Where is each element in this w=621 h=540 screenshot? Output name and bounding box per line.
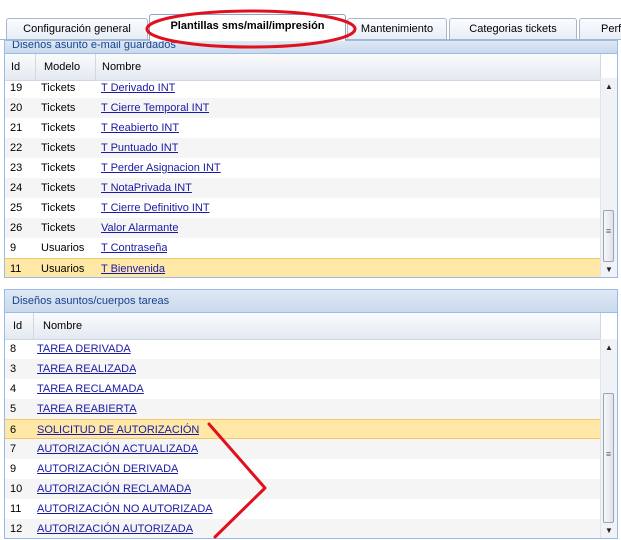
template-link[interactable]: T Reabierto INT [96,118,179,138]
scroll-up-icon[interactable]: ▲ [601,80,617,94]
table-row[interactable]: 20 Tickets T Cierre Temporal INT [5,98,601,118]
tasks-grid-body: 8 TAREA DERIVADA 3 TAREA REALIZADA 4 TAREA … [5,339,601,538]
cell-id: 11 [10,503,22,515]
table-row[interactable]: 26 Tickets Valor Alarmante [5,218,601,238]
template-link[interactable]: Valor Alarmante [96,218,178,238]
task-designs-panel: Diseños asuntos/cuerpos tareas Id Nombre… [4,289,618,539]
cell-modelo: Tickets [41,122,76,134]
tab-categorias-tickets[interactable]: Categorias tickets [449,18,577,40]
cell-id: 21 [10,122,23,134]
template-link[interactable]: T Cierre Definitivo INT [96,198,210,218]
column-header-nombre[interactable]: Nombre [96,54,601,80]
email-grid-body: 19 Tickets T Derivado INT 20 Tickets T Cierr… [5,78,601,277]
scrollbar-thumb[interactable]: ≡ [603,210,614,262]
cell-modelo: Tickets [41,142,76,154]
cell-id: 6 [10,424,17,436]
template-link[interactable]: T Derivado INT [96,78,175,98]
cell-id: 23 [10,162,23,174]
scroll-up-icon[interactable]: ▲ [601,341,617,355]
email-panel-title: Diseños asunto e-mail guardados [5,41,617,54]
template-link[interactable]: AUTORIZACIÓN DERIVADA [34,459,178,479]
template-link[interactable]: TAREA RECLAMADA [34,379,144,399]
tab-configuracion-general[interactable]: Configuración general [6,18,148,40]
email-grid-scrollbar[interactable]: ▲ ≡ ▼ [600,78,617,277]
template-link[interactable]: AUTORIZACIÓN ACTUALIZADA [34,439,198,459]
column-header-modelo[interactable]: Modelo [36,54,96,80]
table-row[interactable]: 25 Tickets T Cierre Definitivo INT [5,198,601,218]
email-designs-panel: Diseños asunto e-mail guardados Id Model… [4,40,618,278]
template-link[interactable]: T Puntuado INT [96,138,178,158]
template-link[interactable]: T Cierre Temporal INT [96,98,209,118]
scroll-down-icon[interactable]: ▼ [601,524,617,538]
table-row[interactable]: 11 AUTORIZACIÓN NO AUTORIZADA [5,499,601,519]
template-link[interactable]: AUTORIZACIÓN NO AUTORIZADA [34,499,213,519]
cell-id: 7 [10,443,17,455]
table-row[interactable]: 7 AUTORIZACIÓN ACTUALIZADA [5,439,601,459]
cell-modelo: Tickets [41,102,76,114]
scroll-down-icon[interactable]: ▼ [601,263,617,277]
tab-perfiles[interactable]: Perf [579,18,621,40]
template-link[interactable]: SOLICITUD DE AUTORIZACIÓN [34,420,199,440]
table-row[interactable]: 9 Usuarios T Contraseña [5,238,601,258]
column-header-nombre[interactable]: Nombre [34,313,601,339]
table-row[interactable]: 23 Tickets T Perder Asignacion INT [5,158,601,178]
cell-modelo: Tickets [41,222,76,234]
cell-id: 5 [10,403,17,415]
column-header-id[interactable]: Id [5,54,36,80]
cell-id: 20 [10,102,23,114]
table-row[interactable]: 5 TAREA REABIERTA [5,399,601,419]
cell-id: 24 [10,182,23,194]
grip-icon: ≡ [605,449,612,459]
template-link[interactable]: T Contraseña [96,238,167,258]
table-row[interactable]: 12 AUTORIZACIÓN AUTORIZADA [5,519,601,538]
template-link[interactable]: TAREA DERIVADA [34,339,131,359]
template-link[interactable]: T Bienvenida [96,259,165,277]
template-link[interactable]: AUTORIZACIÓN AUTORIZADA [34,519,193,538]
table-row[interactable]: 21 Tickets T Reabierto INT [5,118,601,138]
table-row[interactable]: 8 TAREA DERIVADA [5,339,601,359]
column-header-id[interactable]: Id [5,313,34,339]
tab-plantillas[interactable]: Plantillas sms/mail/impresión [149,14,346,41]
cell-id: 25 [10,202,23,214]
tasks-panel-title: Diseños asuntos/cuerpos tareas [5,290,617,313]
cell-id: 8 [10,343,17,355]
cell-id: 19 [10,82,23,94]
cell-id: 9 [10,463,17,475]
cell-id: 11 [10,263,22,275]
tasks-grid-header: Id Nombre [5,313,601,340]
table-row[interactable]: 19 Tickets T Derivado INT [5,78,601,98]
cell-modelo: Usuarios [41,263,85,275]
cell-modelo: Usuarios [41,242,85,254]
cell-id: 10 [10,483,23,495]
table-row[interactable]: 9 AUTORIZACIÓN DERIVADA [5,459,601,479]
grip-icon: ≡ [605,226,612,236]
cell-id: 12 [10,523,23,535]
email-grid-header: Id Modelo Nombre [5,54,601,81]
template-link[interactable]: T NotaPrivada INT [96,178,192,198]
template-link[interactable]: TAREA REABIERTA [34,399,137,419]
cell-modelo: Tickets [41,82,76,94]
tab-bar: Configuración general Mantenimiento Cate… [0,0,621,41]
table-row-selected[interactable]: 11 Usuarios T Bienvenida [5,258,601,277]
scrollbar-thumb[interactable]: ≡ [603,393,614,523]
cell-id: 26 [10,222,23,234]
template-link[interactable]: TAREA REALIZADA [34,359,136,379]
template-link[interactable]: AUTORIZACIÓN RECLAMADA [34,479,191,499]
cell-id: 22 [10,142,23,154]
tab-mantenimiento[interactable]: Mantenimiento [347,18,447,40]
cell-id: 9 [10,242,17,254]
table-row-selected[interactable]: 6 SOLICITUD DE AUTORIZACIÓN [5,419,601,439]
table-row[interactable]: 24 Tickets T NotaPrivada INT [5,178,601,198]
cell-modelo: Tickets [41,162,76,174]
cell-modelo: Tickets [41,182,76,194]
table-row[interactable]: 22 Tickets T Puntuado INT [5,138,601,158]
table-row[interactable]: 10 AUTORIZACIÓN RECLAMADA [5,479,601,499]
tasks-grid-scrollbar[interactable]: ▲ ≡ ▼ [600,339,617,538]
cell-id: 3 [10,363,17,375]
template-link[interactable]: T Perder Asignacion INT [96,158,221,178]
table-row[interactable]: 3 TAREA REALIZADA [5,359,601,379]
cell-modelo: Tickets [41,202,76,214]
cell-id: 4 [10,383,17,395]
table-row[interactable]: 4 TAREA RECLAMADA [5,379,601,399]
